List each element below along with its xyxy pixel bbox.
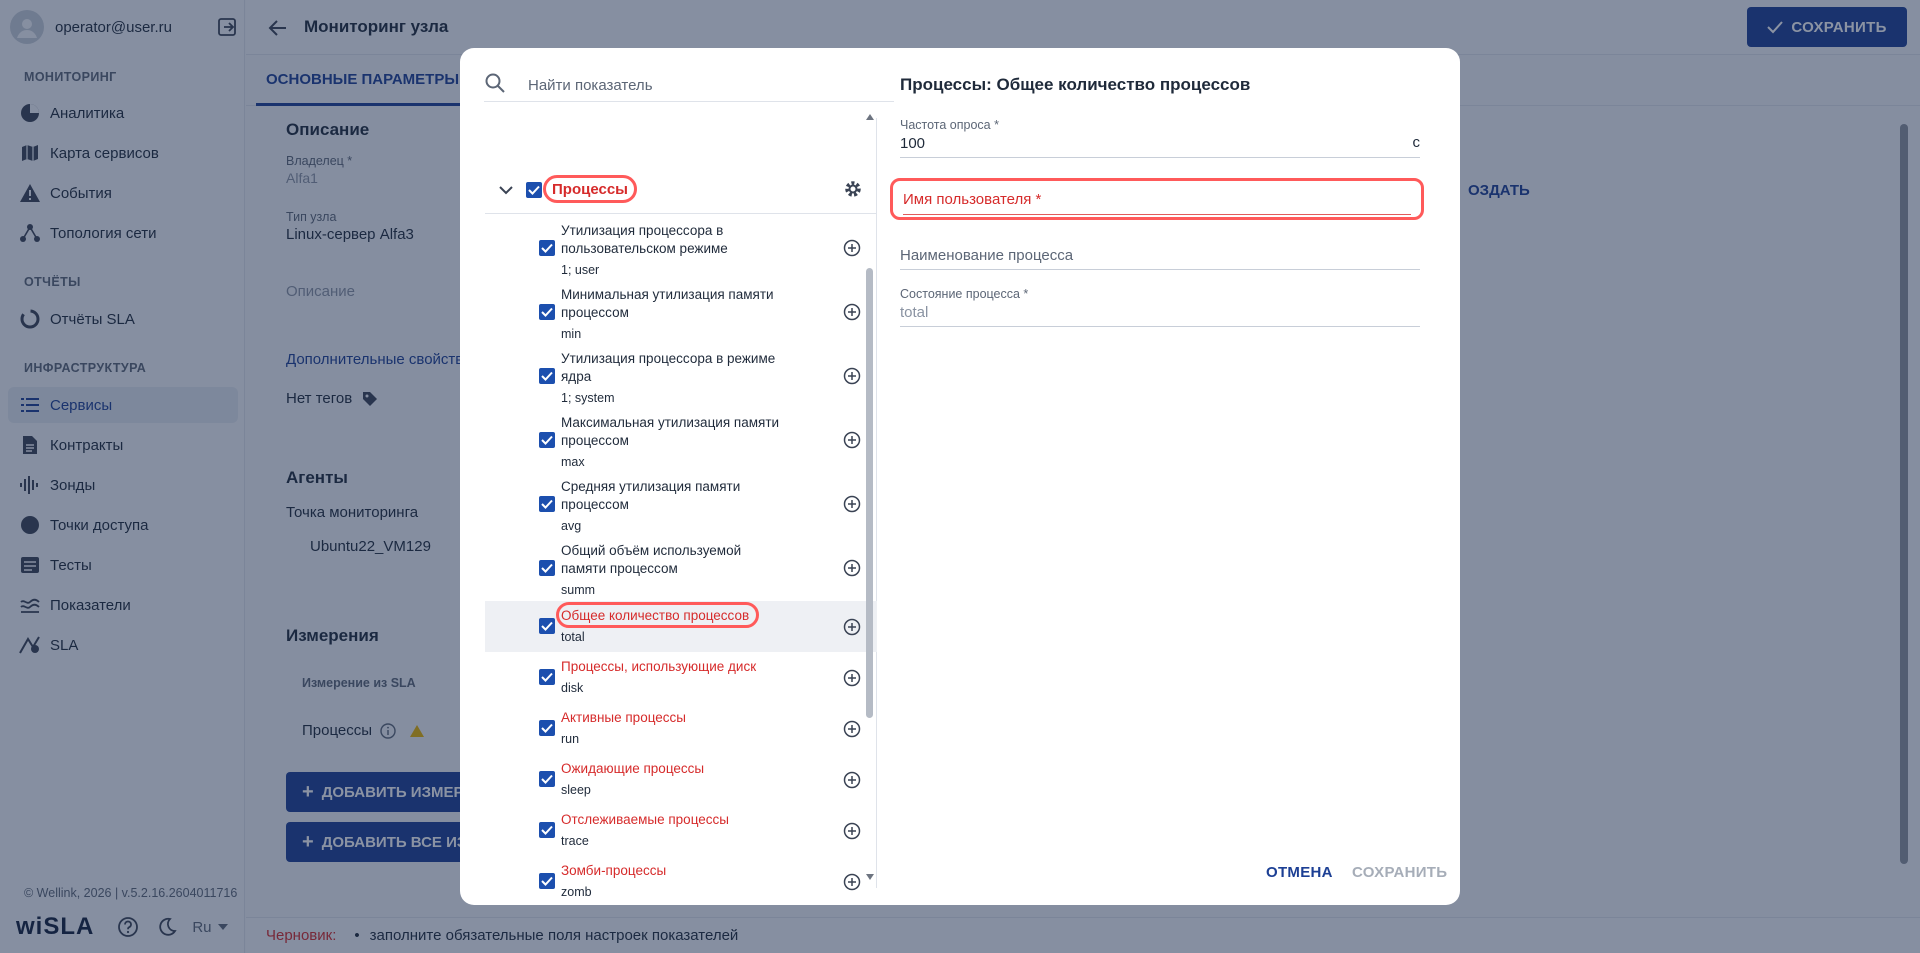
metric-item[interactable]: Средняя утилизация памяти процессом avg (485, 472, 877, 536)
add-circle-icon[interactable] (843, 239, 861, 257)
metric-code: max (561, 455, 585, 469)
metric-code: summ (561, 583, 596, 597)
metric-title: Максимальная утилизация памяти процессом (561, 415, 780, 448)
metric-item[interactable]: Утилизация процессора в режиме ядра 1; sy… (485, 344, 877, 408)
metric-checkbox[interactable] (539, 368, 555, 384)
metric-code: zomb (561, 885, 592, 899)
metric-item[interactable]: Общий объём используемой памяти процессо… (485, 536, 877, 600)
metric-item[interactable]: Максимальная утилизация памяти процессом… (485, 408, 877, 472)
group-label[interactable]: Процессы (543, 175, 637, 203)
process-name-input[interactable]: Наименование процесса (900, 242, 1420, 270)
group-row[interactable]: Процессы (485, 166, 877, 214)
metric-checkbox[interactable] (539, 669, 555, 685)
metric-item[interactable]: Процессы, использующие диск disk (485, 652, 877, 703)
metric-item[interactable]: Общее количество процессов total (485, 601, 877, 652)
metric-code: disk (561, 681, 584, 695)
metric-title: Утилизация процессора в пользовательском… (561, 223, 728, 256)
process-name-placeholder: Наименование процесса (900, 247, 1074, 264)
search-input[interactable] (528, 72, 888, 98)
add-circle-icon[interactable] (843, 873, 861, 891)
metric-checkbox[interactable] (539, 873, 555, 889)
metric-list: Процессы Утилизация процессора в пользов… (485, 118, 877, 899)
scroll-down-icon[interactable] (866, 874, 874, 880)
metric-item[interactable]: Утилизация процессора в пользовательском… (485, 216, 877, 280)
add-circle-icon[interactable] (843, 367, 861, 385)
poll-input[interactable]: 100 с (900, 130, 1420, 158)
metric-title: Утилизация процессора в режиме ядра (561, 351, 776, 384)
add-circle-icon[interactable] (843, 771, 861, 789)
username-underline (903, 214, 1411, 215)
metric-item[interactable]: Активные процессы run (485, 703, 877, 754)
metric-checkbox[interactable] (539, 304, 555, 320)
username-label: Имя пользователя * (903, 191, 1042, 208)
process-state-value: total (900, 304, 929, 321)
metric-checkbox[interactable] (539, 240, 555, 256)
metric-checkbox[interactable] (539, 618, 555, 634)
add-circle-icon[interactable] (843, 431, 861, 449)
metric-highlight (556, 602, 759, 628)
add-circle-icon[interactable] (843, 669, 861, 687)
metric-code: total (561, 630, 585, 644)
metric-item[interactable]: Минимальная утилизация памяти процессом m… (485, 280, 877, 344)
metric-title: Зомби-процессы (561, 863, 667, 878)
add-circle-icon[interactable] (843, 618, 861, 636)
metric-checkbox[interactable] (539, 720, 555, 736)
add-circle-icon[interactable] (843, 720, 861, 738)
metric-title: Общий объём используемой памяти процессо… (561, 543, 742, 576)
metric-title: Отслеживаемые процессы (561, 812, 729, 827)
gear-icon[interactable] (843, 179, 863, 199)
scroll-up-icon[interactable] (866, 114, 874, 120)
metric-checkbox[interactable] (539, 822, 555, 838)
list-scrollbar[interactable] (863, 114, 877, 884)
metric-detail: Процессы: Общее количество процессов Час… (890, 48, 1445, 905)
metric-item[interactable]: Зомби-процессы zomb (485, 856, 877, 905)
metric-title: Средняя утилизация памяти процессом (561, 479, 741, 512)
modal-save-button[interactable]: СОХРАНИТЬ (1352, 864, 1447, 881)
metric-checkbox[interactable] (539, 771, 555, 787)
metric-code: trace (561, 834, 589, 848)
metric-modal: Процессы Утилизация процессора в пользов… (460, 48, 1460, 905)
add-circle-icon[interactable] (843, 559, 861, 577)
group-checkbox[interactable] (526, 182, 542, 198)
metric-code: 1; user (561, 263, 600, 277)
metric-code: run (561, 732, 580, 746)
add-circle-icon[interactable] (843, 495, 861, 513)
metric-title: Ожидающие процессы (561, 761, 705, 776)
metric-code: 1; system (561, 391, 615, 405)
username-field[interactable]: Имя пользователя * (890, 178, 1424, 220)
metric-item[interactable]: Отслеживаемые процессы trace (485, 805, 877, 856)
detail-title: Процессы: Общее количество процессов (900, 75, 1251, 94)
cancel-button[interactable]: ОТМЕНА (1266, 864, 1333, 881)
metric-checkbox[interactable] (539, 496, 555, 512)
metric-checkbox[interactable] (539, 560, 555, 576)
scroll-thumb[interactable] (866, 268, 873, 718)
poll-value: 100 (900, 135, 926, 152)
metric-code: avg (561, 519, 582, 533)
search-row (484, 70, 894, 102)
metric-code: sleep (561, 783, 591, 797)
metric-title: Активные процессы (561, 710, 686, 725)
add-circle-icon[interactable] (843, 303, 861, 321)
metric-item[interactable]: Ожидающие процессы sleep (485, 754, 877, 805)
metric-title: Процессы, использующие диск (561, 659, 757, 674)
poll-unit: с (1412, 134, 1421, 151)
add-circle-icon[interactable] (843, 822, 861, 840)
chevron-down-icon[interactable] (495, 179, 517, 201)
search-icon (485, 73, 505, 93)
metric-checkbox[interactable] (539, 432, 555, 448)
metric-code: min (561, 327, 582, 341)
process-state-input[interactable]: total (900, 299, 1420, 327)
metric-title: Минимальная утилизация памяти процессом (561, 287, 774, 320)
